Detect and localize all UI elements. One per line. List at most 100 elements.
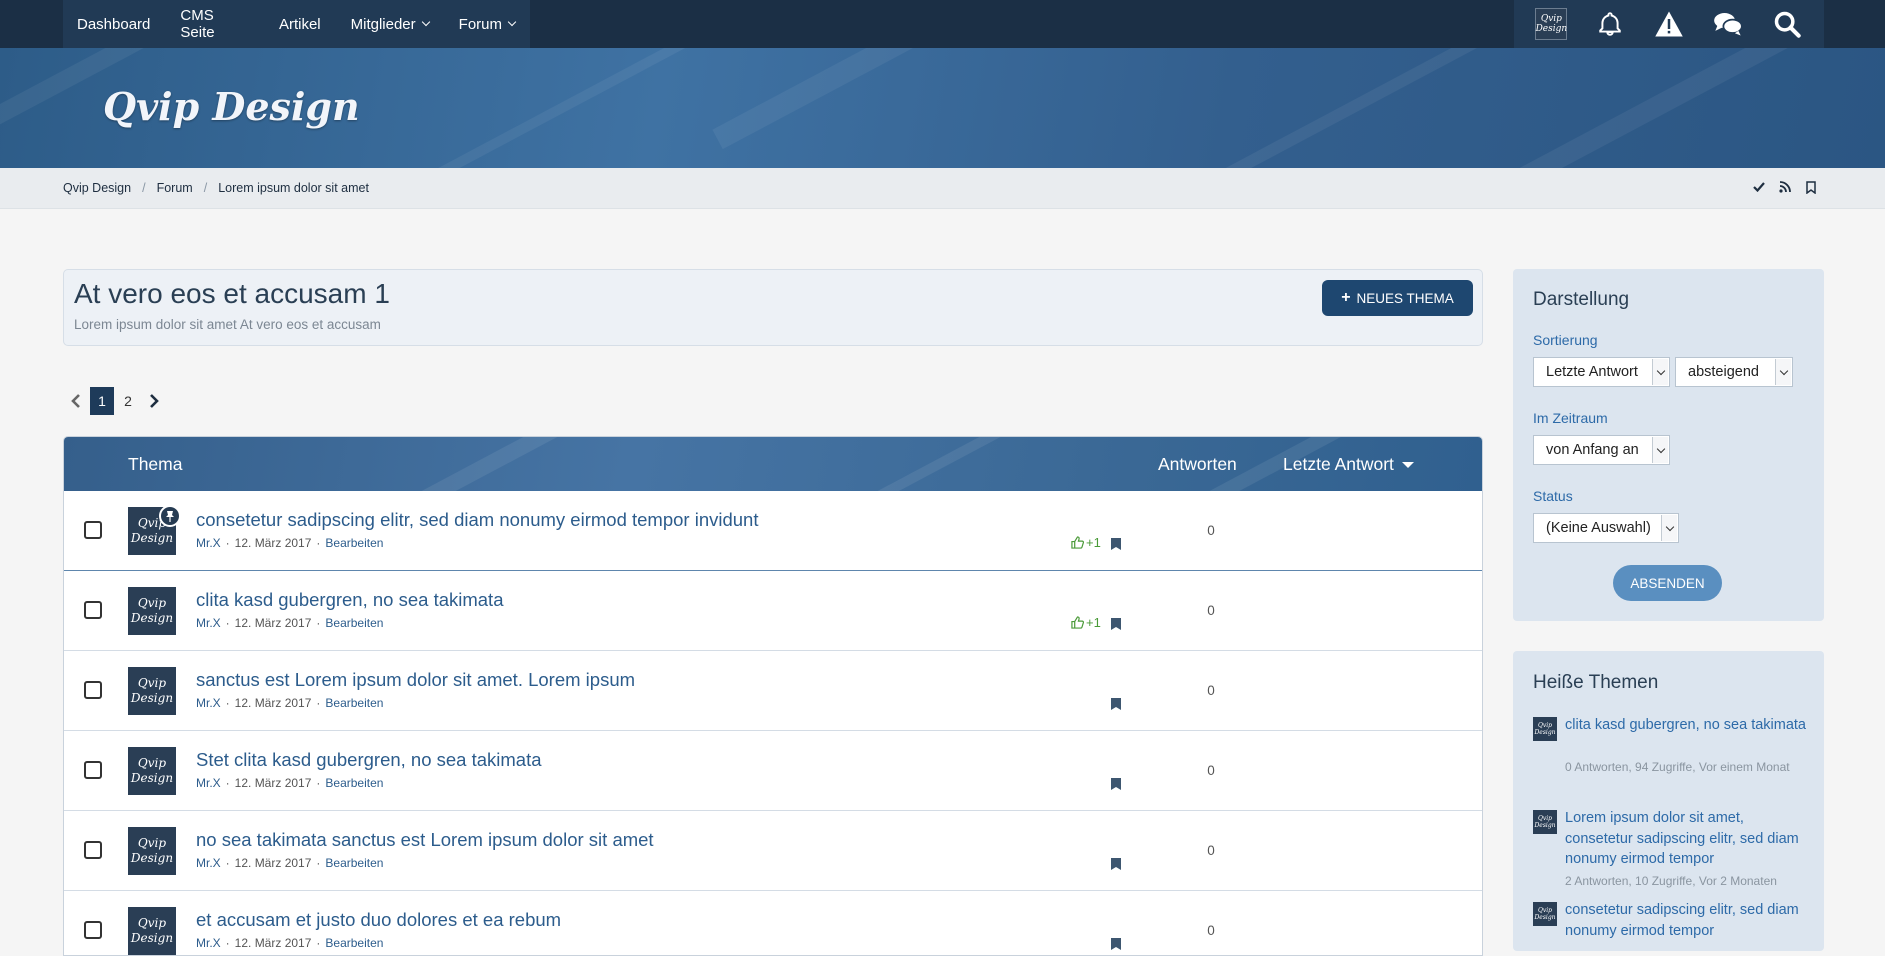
plus-icon: + [1341,289,1351,306]
user-panel: Qvip Design [1514,0,1824,48]
bell-icon[interactable] [1592,6,1628,42]
author-avatar[interactable]: Qvip Design [128,907,176,955]
topic-date: 12. März 2017 [234,936,312,950]
chevron-down-icon [1775,359,1791,385]
edit-link[interactable]: Bearbeiten [325,536,383,550]
author-link[interactable]: Mr.X [196,856,221,870]
topic-title-link[interactable]: sanctus est Lorem ipsum dolor sit amet. … [196,669,635,691]
status-value: (Keine Auswahl) [1546,520,1651,536]
author-link[interactable]: Mr.X [196,536,221,550]
topic-checkbox[interactable] [84,761,102,779]
search-icon[interactable] [1769,6,1805,42]
pagination: 1 2 [63,387,167,415]
author-link[interactable]: Mr.X [196,776,221,790]
edit-link[interactable]: Bearbeiten [325,616,383,630]
pin-icon [159,505,181,527]
column-last-reply-label: Letzte Antwort [1283,454,1394,474]
meta-separator: · [225,696,230,710]
topic-date: 12. März 2017 [234,616,312,630]
author-avatar[interactable]: Qvip Design [1533,810,1557,834]
chevron-down-icon [1652,359,1668,385]
meta-separator: · [316,696,321,710]
chevron-down-icon [1652,437,1668,463]
topic-checkbox[interactable] [84,921,102,939]
breadcrumb-item[interactable]: Lorem ipsum dolor sit amet [218,181,369,195]
author-avatar[interactable]: Qvip Design [128,747,176,795]
topic-row: Qvip Design sanctus est Lorem ipsum dolo… [64,651,1482,731]
breadcrumb-item[interactable]: Qvip Design [63,181,131,195]
author-avatar[interactable]: Qvip Design [128,587,176,635]
page-1[interactable]: 1 [90,387,114,415]
topic-title-link[interactable]: clita kasd gubergren, no sea takimata [196,589,503,611]
author-link[interactable]: Mr.X [196,936,221,950]
topic-title-link[interactable]: no sea takimata sanctus est Lorem ipsum … [196,829,654,851]
bookmark-icon[interactable] [1110,697,1122,711]
status-select[interactable]: (Keine Auswahl) [1533,513,1679,543]
submit-button[interactable]: ABSENDEN [1613,565,1722,601]
chat-icon[interactable] [1710,6,1746,42]
bookmark-icon[interactable] [1110,777,1122,791]
bookmark-icon[interactable] [1110,937,1122,951]
nav-item-mitglieder[interactable]: Mitglieder [336,0,444,48]
sort-field-select[interactable]: Letzte Antwort [1533,357,1670,387]
like-count: +1 [1086,615,1101,630]
meta-separator: · [225,536,230,550]
author-avatar[interactable]: Qvip Design [1533,717,1557,741]
author-link[interactable]: Mr.X [196,696,221,710]
warning-icon[interactable] [1651,6,1687,42]
hot-topic-link[interactable]: Lorem ipsum dolor sit amet, consetetur s… [1565,808,1810,870]
meta-separator: · [225,936,230,950]
topic-checkbox[interactable] [84,681,102,699]
edit-link[interactable]: Bearbeiten [325,696,383,710]
previous-page-icon[interactable] [63,387,89,415]
site-logo[interactable]: Qvip Design [103,84,360,129]
author-avatar[interactable]: Qvip Design [1533,902,1557,926]
topic-title-link[interactable]: et accusam et justo duo dolores et ea re… [196,909,561,931]
sort-desc-icon [1401,462,1414,469]
bookmark-icon[interactable] [1110,537,1122,551]
new-topic-button[interactable]: + NEUES THEMA [1322,280,1473,316]
nav-item-dashboard[interactable]: Dashboard [63,0,165,48]
bookmark-icon[interactable] [1804,180,1818,194]
breadcrumb-item[interactable]: Forum [157,181,193,195]
topic-date: 12. März 2017 [234,696,312,710]
author-avatar[interactable]: Qvip Design [128,667,176,715]
edit-link[interactable]: Bearbeiten [325,856,383,870]
nav-item-artikel[interactable]: Artikel [264,0,336,48]
topic-row: Qvip Design consetetur sadipscing elitr,… [64,491,1482,571]
topic-checkbox[interactable] [84,521,102,539]
user-avatar[interactable]: Qvip Design [1533,6,1569,42]
edit-link[interactable]: Bearbeiten [325,776,383,790]
banner-stripe [1519,48,1885,168]
author-avatar[interactable]: Qvip Design [128,827,176,875]
author-link[interactable]: Mr.X [196,616,221,630]
edit-link[interactable]: Bearbeiten [325,936,383,950]
board-header: At vero eos et accusam 1 Lorem ipsum dol… [63,269,1483,346]
column-last-reply[interactable]: Letzte Antwort [1283,454,1414,475]
nav-label: Dashboard [77,15,151,33]
topic-meta: Mr.X · 12. März 2017 · Bearbeiten [196,776,383,790]
check-icon[interactable] [1752,180,1766,194]
column-replies[interactable]: Antworten [1158,454,1237,475]
topic-checkbox[interactable] [84,841,102,859]
hot-topic-link[interactable]: consetetur sadipscing elitr, sed diam no… [1565,900,1810,941]
topic-title-link[interactable]: Stet clita kasd gubergren, no sea takima… [196,749,542,771]
chevron-down-icon [421,17,430,27]
bookmark-icon[interactable] [1110,617,1122,631]
hot-topic-link[interactable]: clita kasd gubergren, no sea takimata [1565,715,1810,736]
bookmark-icon[interactable] [1110,857,1122,871]
nav-label: Mitglieder [350,15,416,33]
nav-item-forum[interactable]: Forum [444,0,530,48]
meta-separator: · [316,616,321,630]
column-topic[interactable]: Thema [128,454,182,475]
next-page-icon[interactable] [141,387,167,415]
header-stripe [780,437,1068,491]
rss-icon[interactable] [1778,180,1792,194]
nav-item-cms-seite[interactable]: CMS Seite [165,0,264,48]
period-select[interactable]: von Anfang an [1533,435,1670,465]
topic-checkbox[interactable] [84,601,102,619]
topic-title-link[interactable]: consetetur sadipscing elitr, sed diam no… [196,509,758,531]
reply-count: 0 [1207,683,1215,698]
page-2[interactable]: 2 [116,387,140,415]
sort-order-select[interactable]: absteigend [1675,357,1793,387]
